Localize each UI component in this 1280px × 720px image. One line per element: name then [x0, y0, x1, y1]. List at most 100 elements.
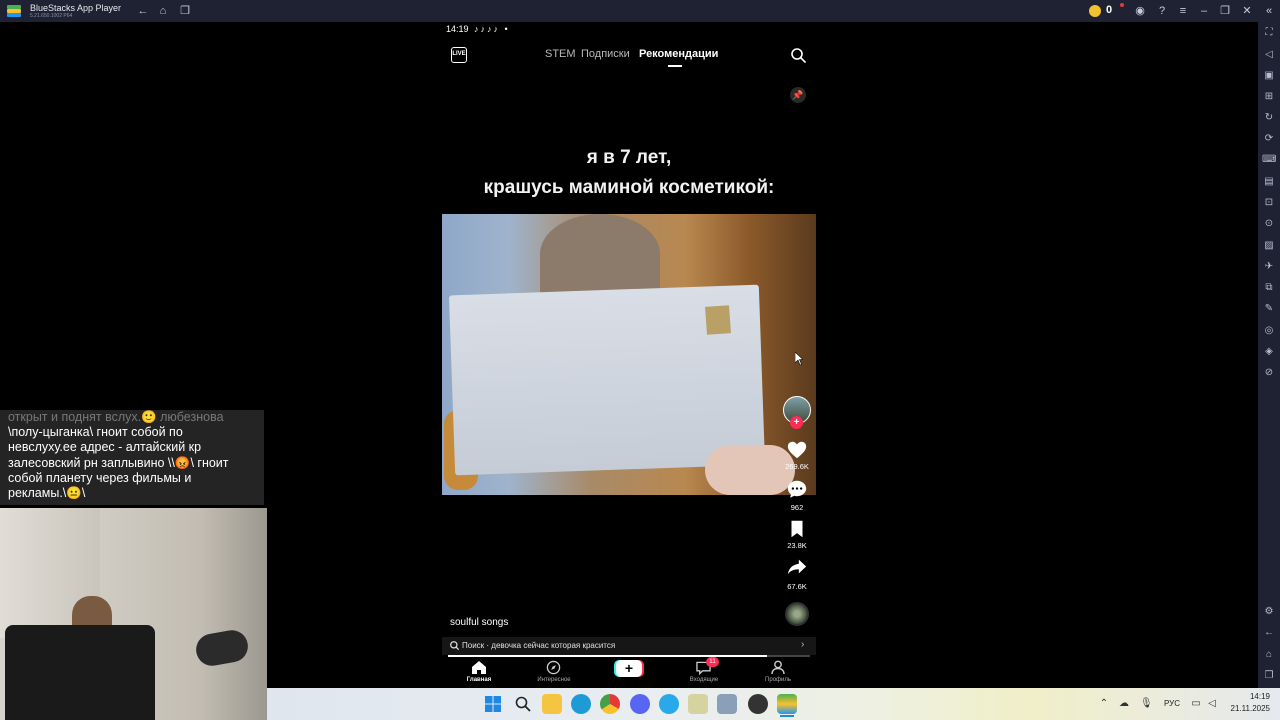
app-window-icon[interactable] — [717, 694, 737, 714]
emulator-version: 5.21.650.1002 P64 — [30, 13, 73, 19]
restore-icon[interactable]: ❐ — [1218, 4, 1232, 18]
apk-install-icon[interactable]: ⊞ — [1262, 90, 1276, 104]
back-arrow-icon[interactable]: ← — [136, 4, 150, 18]
tab-stem[interactable]: STEM — [545, 48, 576, 60]
fullscreen-icon[interactable]: ⛶ — [1262, 26, 1276, 40]
clock-time[interactable]: 14:19 — [1226, 692, 1270, 701]
chat-line: невслуху.ее адрес - алтайский кр — [8, 440, 202, 455]
controls-icon[interactable]: ⌨ — [1262, 153, 1276, 167]
file-explorer-icon[interactable] — [542, 694, 562, 714]
coin-icon[interactable] — [1089, 5, 1101, 17]
mouse-cursor-icon — [795, 352, 803, 365]
bookmark-count: 23.8K — [787, 541, 807, 550]
status-time: 14:19 — [446, 24, 469, 34]
like-count: 269.6K — [785, 462, 809, 471]
caption-line-2: крашусь маминой косметикой: — [483, 177, 775, 198]
share-icon[interactable] — [786, 556, 808, 578]
microphone-icon[interactable]: 🎙 — [1140, 698, 1153, 710]
display-icon[interactable]: ▭ — [1190, 698, 1202, 710]
media-icon[interactable]: ▣ — [1262, 69, 1276, 83]
collapse-sidebar-icon[interactable]: « — [1262, 4, 1276, 18]
minimize-icon[interactable]: – — [1197, 4, 1211, 18]
airplane-icon[interactable]: ✈ — [1262, 260, 1276, 274]
status-notification-icons: ♪♪♪♪ • — [474, 24, 510, 34]
sync-icon[interactable]: ⟳ — [1262, 132, 1276, 146]
music-disc-icon[interactable] — [785, 602, 809, 626]
help-icon[interactable]: ? — [1155, 4, 1169, 18]
android-home-icon[interactable]: ⌂ — [1262, 648, 1276, 662]
search-suggestion-icon — [450, 641, 460, 651]
emulator-titlebar — [0, 0, 1280, 22]
nav-profile-label[interactable]: Профиль — [748, 677, 808, 683]
search-icon[interactable] — [790, 47, 806, 63]
discord-icon[interactable] — [630, 694, 650, 714]
recent-apps-icon[interactable]: ❐ — [178, 4, 192, 18]
menu-icon[interactable]: ≡ — [1176, 4, 1190, 18]
webcam-chair — [5, 625, 155, 720]
create-plus-button[interactable]: + — [616, 660, 642, 677]
notification-dot — [1120, 3, 1124, 7]
nav-discover-label[interactable]: Интересное — [524, 677, 584, 683]
obs-icon[interactable] — [748, 694, 768, 714]
bookmark-icon[interactable] — [786, 518, 808, 540]
tray-overflow-icon[interactable]: ⌃ — [1098, 698, 1110, 710]
home-nav-icon[interactable] — [471, 660, 487, 675]
layers-icon[interactable]: ◈ — [1262, 345, 1276, 359]
telegram-icon[interactable] — [659, 694, 679, 714]
profile-icon[interactable] — [771, 660, 785, 675]
multi-instance-icon[interactable]: ⧉ — [1262, 281, 1276, 295]
rotate-icon[interactable]: ↻ — [1262, 111, 1276, 125]
account-icon[interactable]: ◉ — [1133, 4, 1147, 18]
shake-icon[interactable]: ⊘ — [1262, 366, 1276, 380]
app-icon[interactable] — [688, 694, 708, 714]
active-app-indicator — [780, 715, 794, 717]
nav-home-label[interactable]: Главная — [449, 677, 509, 683]
record-icon[interactable]: ⊙ — [1262, 217, 1276, 231]
taskbar-search-icon[interactable] — [515, 696, 531, 712]
windows-start-icon[interactable] — [485, 696, 501, 712]
chat-line-faded: открыт и поднят вслух.🙂 любезнова — [8, 410, 224, 424]
macro-icon[interactable]: ▤ — [1262, 175, 1276, 189]
bluestacks-logo-icon — [7, 5, 21, 17]
comment-icon[interactable] — [786, 478, 808, 500]
bluestacks-taskbar-icon[interactable] — [777, 694, 797, 714]
location-icon[interactable]: ◎ — [1262, 324, 1276, 338]
coin-count: 0 — [1106, 4, 1113, 16]
android-recents-icon[interactable]: ❐ — [1262, 669, 1276, 683]
eco-mode-icon[interactable]: ✎ — [1262, 302, 1276, 316]
chevron-right-icon[interactable]: › — [801, 639, 804, 650]
speaker-icon[interactable]: ◁ — [1206, 698, 1218, 710]
tray-network-app-icon[interactable]: ☁ — [1118, 698, 1130, 710]
video-caption: я в 7 лет, крашусь маминой косметикой: — [442, 143, 816, 203]
keyboard-language[interactable]: РУС — [1164, 699, 1180, 708]
settings-icon[interactable]: ⚙ — [1262, 605, 1276, 619]
video-paper-stamp — [705, 305, 731, 335]
edge-browser-icon[interactable] — [571, 694, 591, 714]
chat-line: залесовский рн заплывино \\😡\ гноит — [8, 455, 229, 470]
heart-icon[interactable] — [786, 439, 808, 461]
chat-line: собой планету через фильмы и — [8, 470, 192, 485]
tab-recommendations[interactable]: Рекомендации — [639, 48, 718, 60]
video-person-head — [540, 214, 660, 294]
follow-plus-icon[interactable]: + — [790, 416, 803, 429]
sound-name[interactable]: soulful songs — [450, 617, 508, 628]
comment-count: 962 — [790, 503, 804, 512]
gallery-icon[interactable]: ▨ — [1262, 239, 1276, 253]
compass-icon[interactable] — [546, 660, 561, 675]
emulator-title: BlueStacks App Player — [30, 3, 122, 13]
pin-icon[interactable]: 📌 — [790, 87, 806, 103]
screenshot-icon[interactable]: ⊡ — [1262, 196, 1276, 210]
nav-inbox-label[interactable]: Входящие — [674, 677, 734, 683]
stream-chat-text: открыт и поднят вслух.🙂 любезнова \полу-… — [8, 410, 258, 501]
inbox-badge: 11 — [706, 657, 719, 667]
tab-subscriptions[interactable]: Подписки — [581, 48, 630, 60]
volume-icon[interactable]: ◁ — [1262, 48, 1276, 62]
live-icon[interactable]: LIVE — [451, 47, 467, 63]
chrome-icon[interactable] — [600, 694, 620, 714]
video-progress-fill — [448, 655, 767, 657]
search-suggestion-text[interactable]: Поиск · девочка сейчас которая красится — [462, 641, 615, 650]
home-icon[interactable]: ⌂ — [156, 4, 170, 18]
android-back-icon[interactable]: ← — [1262, 626, 1276, 640]
close-icon[interactable]: ✕ — [1240, 4, 1254, 18]
clock-date[interactable]: 21.11.2025 — [1226, 704, 1270, 713]
